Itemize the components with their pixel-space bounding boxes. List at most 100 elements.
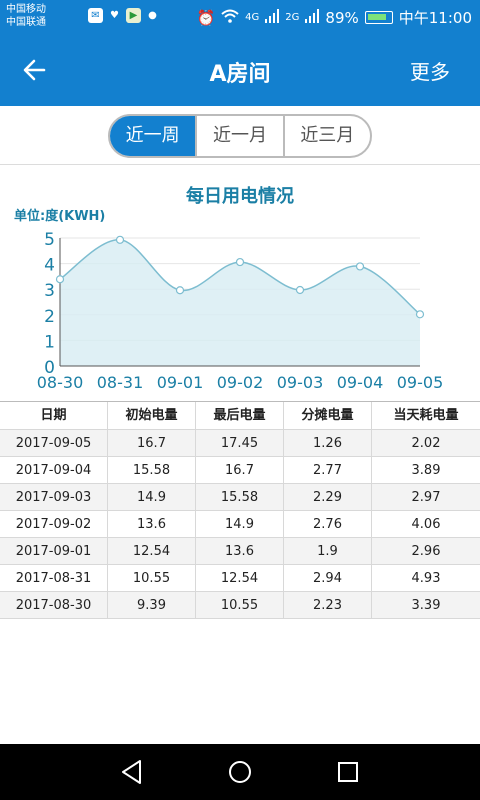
cell-date: 2017-09-01 [0, 538, 108, 564]
data-point [355, 262, 365, 271]
signal-icon-2 [305, 8, 320, 27]
tab-week[interactable]: 近一周 [110, 116, 198, 156]
cell-start: 10.55 [108, 565, 196, 591]
cell-end: 14.9 [196, 511, 284, 537]
cell-start: 14.9 [108, 484, 196, 510]
cell-daily: 4.06 [411, 517, 441, 532]
x-tick-label: 09-03 [277, 373, 324, 392]
cell-shared: 1.26 [284, 430, 372, 456]
data-point [235, 257, 245, 267]
cell-daily: 2.02 [411, 436, 441, 451]
cell-start: 9.39 [108, 592, 196, 618]
data-point [415, 310, 425, 319]
cell-daily: 2.96 [411, 544, 441, 559]
heart-rate-icon: ♥ [110, 10, 119, 21]
tab-three-months[interactable]: 近三月 [285, 116, 370, 156]
play-store-icon: ▶ [126, 8, 141, 23]
daily-usage-chart: 01234508-30 08-31 09-01 09-02 09-03 09-04 09-0… [37, 230, 444, 392]
battery-icon [364, 11, 393, 24]
nav-home-icon[interactable] [226, 758, 254, 786]
cell-date: 2017-09-05 [0, 430, 108, 456]
app-header: A房间 更多 [0, 34, 480, 106]
y-tick-label: 5 [44, 230, 55, 250]
nav-back-icon[interactable] [118, 758, 146, 786]
table-row: 2017-08-30 9.39 10.55 2.23 3.39 [0, 592, 480, 619]
nav-recents-icon[interactable] [334, 758, 362, 786]
header-date: 日期 [0, 402, 108, 429]
table-header-row: 日期 初始电量 最后电量 分摊电量 当天耗电量 [0, 402, 480, 430]
x-tick-label: 09-05 [397, 373, 444, 392]
wifi-icon [221, 9, 239, 27]
header-end: 最后电量 [196, 402, 284, 429]
data-point [115, 235, 125, 244]
cell-shared: 2.29 [284, 484, 372, 510]
usage-table: 日期 初始电量 最后电量 分摊电量 当天耗电量 2017-09-05 16.7 … [0, 401, 480, 619]
page-title: A房间 [209, 62, 271, 87]
cell-daily: 3.39 [411, 598, 441, 613]
cell-date: 2017-09-02 [0, 511, 108, 537]
period-selector: 近一周 近一月 近三月 [108, 114, 372, 158]
header-shared: 分摊电量 [284, 402, 372, 429]
y-tick-label: 4 [44, 256, 55, 276]
cell-start: 12.54 [108, 538, 196, 564]
alarm-icon: ⏰ [196, 8, 216, 27]
table-row: 2017-09-03 14.9 15.58 2.29 2.97 [0, 484, 480, 511]
cell-end: 10.55 [196, 592, 284, 618]
x-tick-label: 08-31 [97, 373, 144, 392]
cell-date: 2017-09-03 [0, 484, 108, 510]
y-tick-label: 2 [44, 307, 55, 327]
table-row: 2017-09-05 16.7 17.45 1.26 2.02 [0, 430, 480, 457]
cell-shared: 2.94 [284, 565, 372, 591]
header-start: 初始电量 [108, 402, 196, 429]
cell-shared: 2.23 [284, 592, 372, 618]
cell-daily: 3.89 [411, 463, 441, 478]
notification-icons: ✉ ♥ ▶ ● [88, 8, 160, 23]
divider [0, 164, 480, 165]
cell-end: 16.7 [196, 457, 284, 483]
cell-date: 2017-08-30 [0, 592, 108, 618]
table-row: 2017-09-04 15.58 16.7 2.77 3.89 [0, 457, 480, 484]
cell-shared: 2.77 [284, 457, 372, 483]
cell-date: 2017-09-04 [0, 457, 108, 483]
battery-percent: 89% [325, 8, 359, 27]
status-right: ⏰ 4G 2G 89% 中午11:00 [196, 7, 472, 28]
status-bar: 中国移动 中国联通 ✉ ♥ ▶ ● ⏰ 4G 2G 89% 中午11:00 [0, 0, 480, 34]
cell-shared: 1.9 [284, 538, 372, 564]
cell-end: 17.45 [196, 430, 284, 456]
data-point [55, 275, 65, 284]
x-tick-label: 08-30 [37, 373, 84, 392]
y-tick-label: 3 [44, 281, 55, 301]
cell-end: 13.6 [196, 538, 284, 564]
clock: 中午11:00 [398, 9, 472, 27]
cell-end: 12.54 [196, 565, 284, 591]
x-tick-label: 09-02 [217, 373, 264, 392]
carrier-info: 中国移动 中国联通 [6, 3, 46, 29]
cell-shared: 2.76 [284, 511, 372, 537]
x-tick-label: 09-04 [337, 373, 384, 392]
tab-month[interactable]: 近一月 [197, 116, 285, 156]
cell-date: 2017-08-31 [0, 565, 108, 591]
x-tick-label: 09-01 [157, 373, 204, 392]
cell-start: 15.58 [108, 457, 196, 483]
data-point [175, 286, 185, 295]
table-row: 2017-08-31 10.55 12.54 2.94 4.93 [0, 565, 480, 592]
data-point [295, 285, 305, 295]
carrier-1: 中国移动 [6, 4, 46, 15]
table-row: 2017-09-01 12.54 13.6 1.9 2.96 [0, 538, 480, 565]
cell-daily: 2.97 [411, 490, 441, 505]
cell-start: 16.7 [108, 430, 196, 456]
network-2g: 2G [285, 12, 300, 23]
more-button[interactable]: 更多 [410, 56, 450, 85]
network-4g: 4G [245, 12, 260, 23]
system-nav-bar [0, 744, 480, 800]
table-row: 2017-09-02 13.6 14.9 2.76 4.06 [0, 511, 480, 538]
signal-icon [265, 8, 280, 27]
chat-bubble-icon: ● [148, 10, 157, 21]
carrier-2: 中国联通 [6, 17, 46, 28]
cell-end: 15.58 [196, 484, 284, 510]
cell-daily: 4.93 [411, 571, 441, 586]
cell-start: 13.6 [108, 511, 196, 537]
mail-icon: ✉ [88, 8, 103, 23]
y-tick-label: 1 [44, 332, 55, 352]
header-daily: 当天耗电量 [393, 408, 459, 423]
